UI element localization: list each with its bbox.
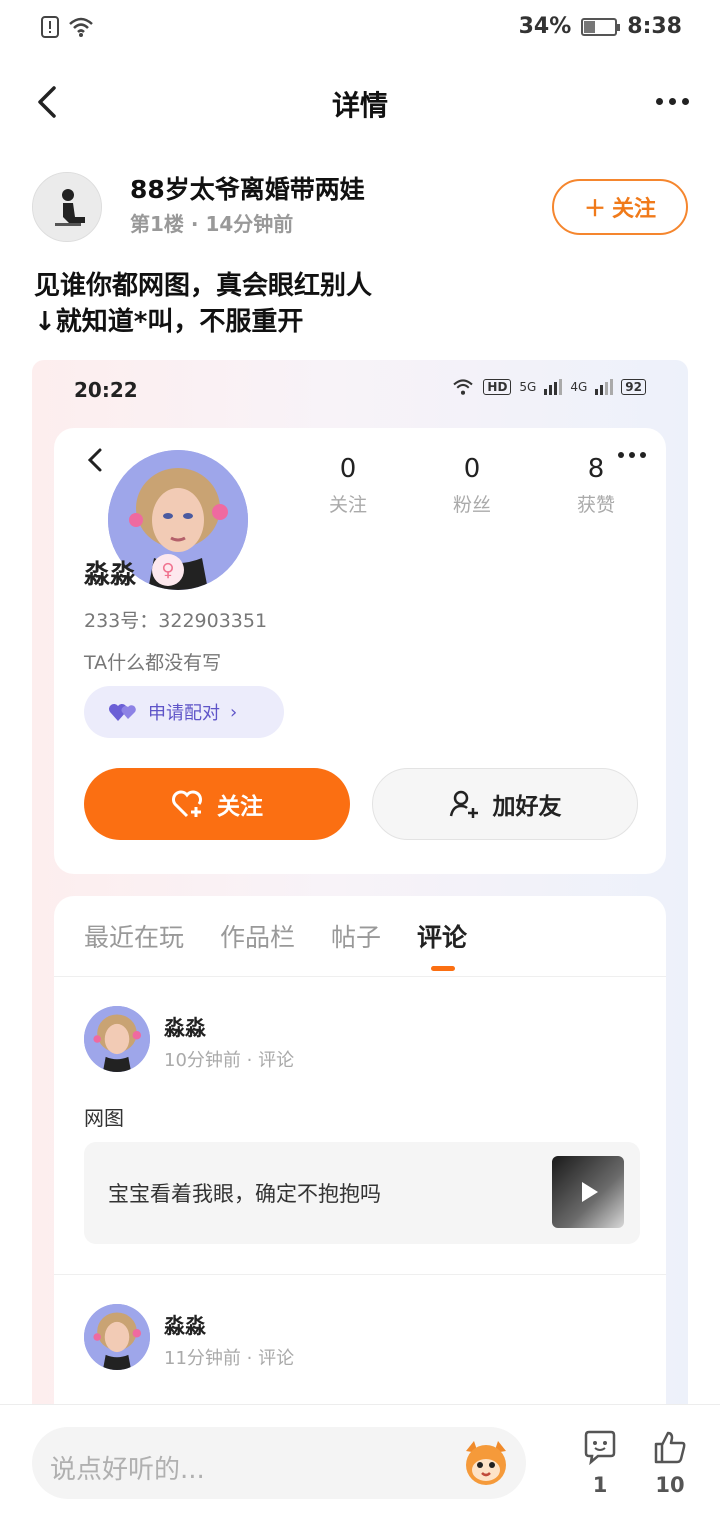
stat-label: 粉丝 — [452, 494, 491, 516]
avatar-portrait-icon — [84, 1304, 150, 1370]
hd-badge: HD — [483, 379, 512, 395]
profile-id: 233号：322903351 — [84, 610, 268, 632]
profile-follow-button[interactable]: 关注 — [84, 768, 350, 840]
like-count: 10 — [655, 1473, 685, 1497]
tab-recent[interactable]: 最近在玩 — [84, 918, 184, 954]
sim-alert-icon — [41, 16, 59, 38]
add-friend-label: 加好友 — [492, 794, 562, 820]
chevron-left-icon[interactable] — [82, 446, 110, 474]
stat-number: 0 — [463, 454, 481, 484]
comment-meta: 11分钟前 · 评论 — [164, 1348, 295, 1369]
post-text-line: ↓就知道*叫，不服重开 — [34, 307, 304, 337]
signal-4g: 4G — [570, 380, 588, 394]
quoted-post-text: 宝宝看着我眼，确定不抱抱吗 — [108, 1182, 381, 1206]
author-avatar[interactable] — [32, 172, 102, 242]
author-name[interactable]: 88岁太爷离婚带两娃 — [130, 170, 365, 206]
list-item[interactable]: 淼淼 11分钟前 · 评论 算开我了 300个阶? — [84, 1304, 640, 1420]
stat-likes[interactable]: 8 获赞 — [546, 454, 646, 517]
comment-count: 1 — [592, 1473, 608, 1497]
avatar-silhouette-icon — [33, 173, 101, 241]
comments-button[interactable]: 1 — [570, 1429, 630, 1497]
add-friend-button[interactable]: 加好友 — [372, 768, 638, 840]
post-author: 88岁太爷离婚带两娃 第1楼 · 14分钟前 ＋ 关注 — [32, 170, 692, 250]
comment-bubble-icon — [584, 1430, 616, 1466]
post-text: 见谁你都网图，真会眼红别人 ↓就知道*叫，不服重开 — [34, 268, 372, 340]
page-title: 详情 — [331, 89, 388, 122]
battery-icon — [581, 17, 621, 36]
stat-number: 0 — [339, 454, 357, 484]
divider — [54, 1274, 666, 1275]
comment-author: 淼淼 — [164, 1314, 206, 1338]
post-image[interactable]: 20:22 HD 5G 4G 92 0 关注 0 粉丝 8 获赞 淼淼 ♀ 23… — [32, 360, 688, 1420]
add-user-icon — [449, 790, 478, 818]
follow-button[interactable]: ＋ 关注 — [552, 179, 688, 235]
mascot-emoji-icon[interactable] — [460, 1437, 512, 1489]
tab-comments[interactable]: 评论 — [417, 918, 467, 971]
heart-plus-icon — [172, 790, 202, 818]
hearts-icon — [109, 704, 136, 721]
tab-posts[interactable]: 帖子 — [331, 918, 381, 954]
activity-card: 最近在玩 作品栏 帖子 评论 淼淼 10分钟前 · 评论 网图 宝宝看着我眼，确… — [54, 896, 666, 1420]
status-time: 8:38 — [627, 14, 682, 39]
pair-label: 申请配对 — [148, 703, 220, 724]
profile-tabs: 最近在玩 作品栏 帖子 评论 — [84, 918, 467, 971]
signal-5g: 5G — [519, 380, 537, 394]
bottom-bar: 说点好听的... 1 10 — [0, 1404, 720, 1520]
plus-icon: ＋ — [583, 197, 606, 222]
embedded-status-time: 20:22 — [74, 378, 138, 402]
header: 详情 — [0, 68, 720, 138]
stat-label: 关注 — [328, 494, 367, 516]
avatar-portrait-icon — [84, 1006, 150, 1072]
stat-number: 8 — [587, 454, 605, 484]
profile-card: 0 关注 0 粉丝 8 获赞 淼淼 ♀ 233号：322903351 TA什么都… — [54, 428, 666, 874]
profile-name: 淼淼 — [84, 560, 137, 590]
like-button[interactable]: 10 — [640, 1429, 700, 1497]
quoted-post[interactable]: 宝宝看着我眼，确定不抱抱吗 — [84, 1142, 640, 1244]
post-text-line: 见谁你都网图，真会眼红别人 — [34, 271, 373, 301]
more-options-button[interactable] — [650, 86, 694, 116]
stat-fans[interactable]: 0 粉丝 — [422, 454, 522, 517]
follow-label: 关注 — [612, 197, 657, 222]
comment-meta: 10分钟前 · 评论 — [164, 1050, 295, 1071]
profile-follow-label: 关注 — [217, 794, 263, 820]
stat-label: 获赞 — [576, 494, 615, 516]
wifi-icon — [453, 379, 474, 395]
embedded-battery: 92 — [621, 379, 646, 395]
avatar[interactable] — [84, 1006, 150, 1072]
pair-request-button[interactable]: 申请配对 › — [84, 686, 284, 738]
signal-bars-icon — [544, 379, 563, 395]
profile-bio: TA什么都没有写 — [84, 652, 222, 674]
chevron-right-icon: › — [230, 701, 238, 723]
thumbs-up-icon — [654, 1431, 686, 1464]
comment-input[interactable] — [32, 1427, 526, 1499]
wifi-icon — [69, 17, 93, 37]
divider — [54, 976, 666, 977]
comment-text: 网图 — [84, 1106, 124, 1130]
avatar[interactable] — [84, 1304, 150, 1370]
status-bar: 34% 8:38 — [0, 0, 720, 56]
list-item[interactable]: 淼淼 10分钟前 · 评论 网图 宝宝看着我眼，确定不抱抱吗 — [84, 1006, 640, 1256]
tab-works[interactable]: 作品栏 — [220, 918, 295, 954]
author-meta: 第1楼 · 14分钟前 — [130, 212, 294, 236]
signal-bars-icon — [595, 379, 614, 395]
embedded-status-icons: HD 5G 4G 92 — [451, 378, 646, 396]
comment-author: 淼淼 — [164, 1016, 206, 1040]
female-icon: ♀ — [152, 554, 184, 586]
play-icon — [582, 1182, 598, 1202]
video-thumbnail[interactable] — [552, 1156, 624, 1228]
battery-percent: 34% — [518, 14, 572, 39]
stat-following[interactable]: 0 关注 — [298, 454, 398, 517]
